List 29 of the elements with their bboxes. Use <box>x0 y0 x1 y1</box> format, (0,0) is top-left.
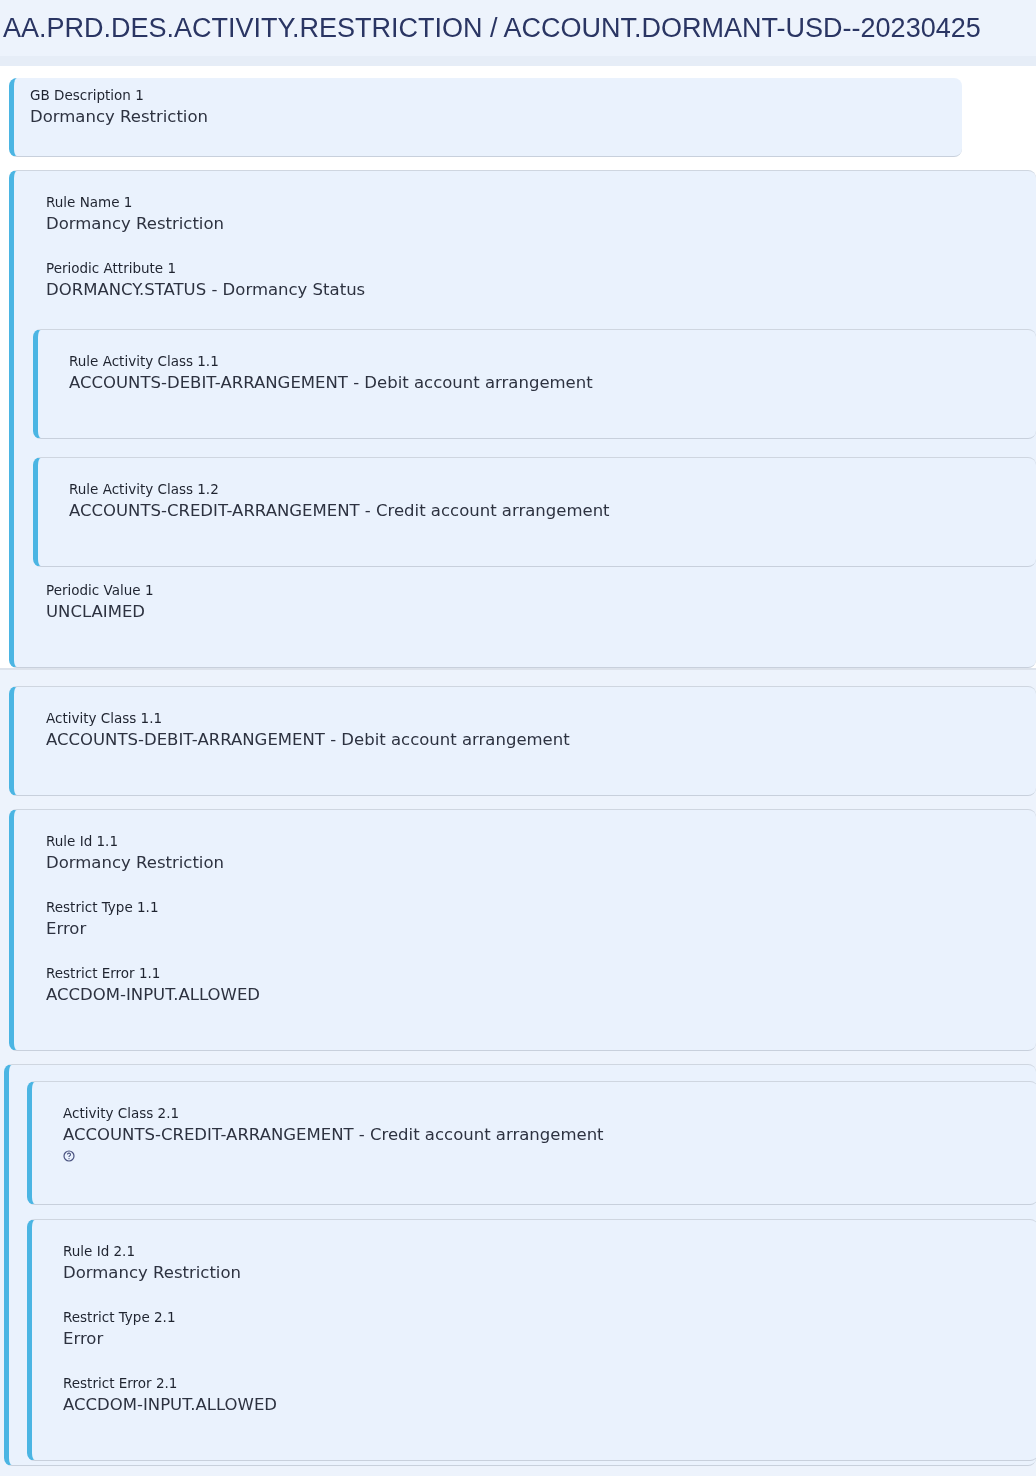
field-value: ACCDOM-INPUT.ALLOWED <box>46 984 262 1006</box>
field-value: ACCOUNTS-CREDIT-ARRANGEMENT - Credit account arrangement <box>63 1124 605 1146</box>
field-label: Periodic Value 1 <box>46 581 155 599</box>
field-label: Activity Class 2.1 <box>63 1104 181 1122</box>
field-label: Restrict Type 2.1 <box>63 1308 177 1326</box>
field-value: ACCDOM-INPUT.ALLOWED <box>63 1394 279 1416</box>
field-value: UNCLAIMED <box>46 601 147 623</box>
field-value: Error <box>46 918 88 940</box>
field-label: Restrict Error 1.1 <box>46 964 162 982</box>
field-value: ACCOUNTS-DEBIT-ARRANGEMENT - Debit account arrangement <box>69 372 594 394</box>
field-value: Dormancy Restriction <box>63 1262 242 1284</box>
field-label: Periodic Attribute 1 <box>46 259 178 277</box>
field-value: Dormancy Restriction <box>46 852 225 874</box>
field-value: DORMANCY.STATUS - Dormancy Status <box>46 279 367 301</box>
field-label: Rule Activity Class 1.2 <box>69 480 220 498</box>
field-label: GB Description 1 <box>30 86 145 104</box>
field-value: Dormancy Restriction <box>46 213 225 235</box>
field-label: Rule Activity Class 1.1 <box>69 352 220 370</box>
field-label: Rule Id 1.1 <box>46 832 119 850</box>
field-label: Activity Class 1.1 <box>46 709 164 727</box>
field-value: ACCOUNTS-DEBIT-ARRANGEMENT - Debit account arrangement <box>46 729 571 751</box>
field-value: Error <box>63 1328 105 1350</box>
field-label: Restrict Error 2.1 <box>63 1374 179 1392</box>
field-label: Rule Id 2.1 <box>63 1242 136 1260</box>
field-label: Restrict Type 1.1 <box>46 898 160 916</box>
field-label: Rule Name 1 <box>46 193 134 211</box>
field-value: Dormancy Restriction <box>30 106 209 128</box>
help-icon[interactable] <box>63 1150 75 1162</box>
field-value: ACCOUNTS-CREDIT-ARRANGEMENT - Credit account arrangement <box>69 500 611 522</box>
